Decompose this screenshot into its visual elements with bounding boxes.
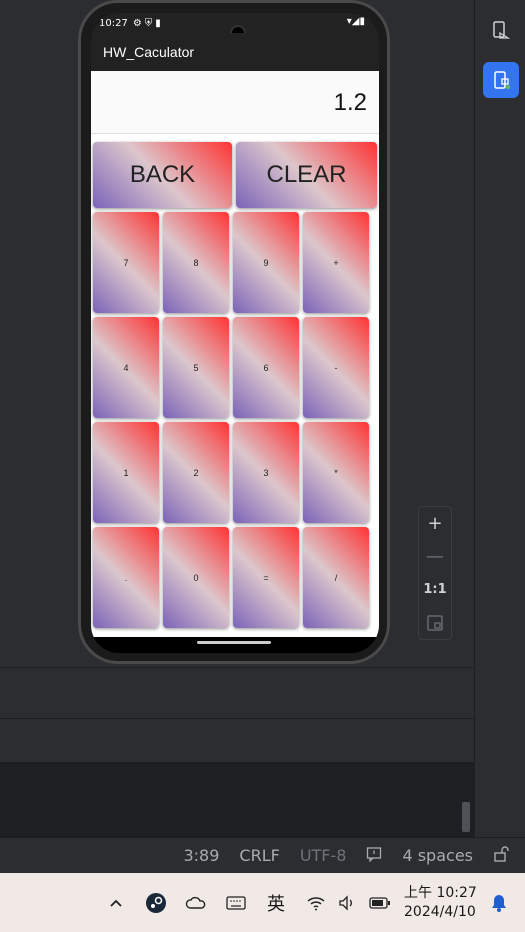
status-time: 10:27 [99, 17, 128, 29]
key-minus-button[interactable]: - [303, 317, 369, 418]
key-4-button[interactable]: 4 [93, 317, 159, 418]
bottom-panel-content [0, 762, 474, 837]
unlock-icon[interactable] [493, 845, 511, 866]
bottom-panel-toolbar [0, 718, 474, 763]
device-screen[interactable]: 10:27 ⚙ ⛨ ▮ ▾◢▮ HW_Caculator 1.2 BACK CL… [91, 13, 379, 653]
device-frame: 10:27 ⚙ ⛨ ▮ ▾◢▮ HW_Caculator 1.2 BACK CL… [78, 0, 390, 664]
onedrive-cloud-icon[interactable] [182, 889, 210, 917]
indent-setting[interactable]: 4 spaces [402, 846, 473, 865]
volume-icon[interactable] [334, 889, 362, 917]
key-dot-button[interactable]: . [93, 527, 159, 628]
key-multiply-button[interactable]: * [303, 422, 369, 523]
notification-bell-icon[interactable] [485, 889, 513, 917]
key-5-button[interactable]: 5 [163, 317, 229, 418]
shield-icon: ⛨ [144, 17, 153, 29]
zoom-controls: + — 1:1 [418, 506, 452, 640]
key-0-button[interactable]: 0 [163, 527, 229, 628]
vertical-scrollbar[interactable] [462, 802, 470, 832]
app-bar: HW_Caculator [91, 33, 379, 71]
key-plus-button[interactable]: + [303, 212, 369, 313]
zoom-out-button[interactable]: — [419, 540, 451, 573]
clock-time: 上午 10:27 [404, 884, 477, 901]
key-3-button[interactable]: 3 [233, 422, 299, 523]
key-6-button[interactable]: 6 [233, 317, 299, 418]
calculator-content: 1.2 BACK CLEAR 7 8 9 + 4 5 6 - 1 2 3 * .… [91, 71, 379, 637]
clock-date: 2024/4/10 [404, 903, 476, 920]
zoom-in-button[interactable]: + [419, 507, 451, 540]
zoom-actual-size-button[interactable]: 1:1 [419, 573, 451, 606]
comment-icon[interactable] [366, 846, 382, 866]
settings-icon: ⚙ [132, 17, 142, 29]
gesture-navbar [91, 637, 379, 653]
chevron-up-icon[interactable] [102, 889, 130, 917]
key-8-button[interactable]: 8 [163, 212, 229, 313]
windows-taskbar: 英 上午 10:27 2024/4/10 [0, 873, 525, 932]
system-clock[interactable]: 上午 10:27 2024/4/10 [404, 884, 477, 922]
key-9-button[interactable]: 9 [233, 212, 299, 313]
line-ending[interactable]: CRLF [239, 846, 279, 865]
key-7-button[interactable]: 7 [93, 212, 159, 313]
home-gesture-pill[interactable] [197, 641, 271, 644]
signal-battery-icons: ▾◢▮ [346, 16, 365, 27]
app-title: HW_Caculator [103, 44, 195, 60]
key-2-button[interactable]: 2 [163, 422, 229, 523]
back-button[interactable]: BACK [93, 142, 232, 208]
result-display: 1.2 [91, 71, 379, 134]
device-manager-icon[interactable] [483, 12, 519, 48]
running-devices-icon[interactable] [483, 62, 519, 98]
ide-status-bar: 3:89 CRLF UTF-8 4 spaces [0, 837, 525, 873]
keyboard-icon[interactable] [222, 889, 250, 917]
key-divide-button[interactable]: / [303, 527, 369, 628]
steam-icon[interactable] [142, 889, 170, 917]
battery-icon[interactable] [366, 889, 394, 917]
clear-button[interactable]: CLEAR [236, 142, 377, 208]
file-encoding[interactable]: UTF-8 [300, 846, 347, 865]
display-value: 1.2 [333, 89, 367, 116]
key-equals-button[interactable]: = [233, 527, 299, 628]
wifi-icon[interactable] [302, 889, 330, 917]
ime-indicator[interactable]: 英 [262, 889, 290, 917]
fit-screen-icon[interactable] [419, 606, 451, 639]
right-tool-window-bar [474, 0, 525, 837]
caret-position[interactable]: 3:89 [183, 846, 219, 865]
sd-card-icon: ▮ [155, 17, 161, 29]
bottom-panel-header [0, 667, 474, 719]
key-1-button[interactable]: 1 [93, 422, 159, 523]
